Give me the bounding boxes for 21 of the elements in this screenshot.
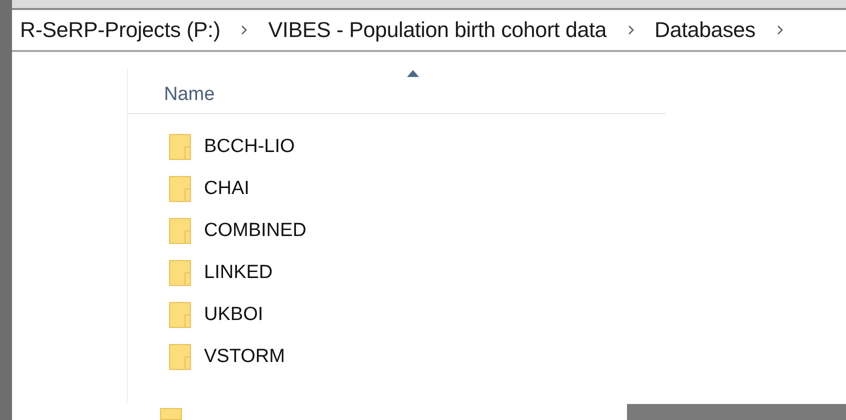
chevron-icon <box>626 24 634 36</box>
folder-icon <box>169 344 191 370</box>
folder-icon <box>169 302 191 328</box>
folder-icon <box>160 408 182 420</box>
folder-icon <box>169 176 191 202</box>
folder-icon <box>169 260 191 286</box>
folder-name[interactable]: BCCH-LIO <box>204 136 295 158</box>
folder-icon <box>169 134 191 160</box>
chevron-icon <box>240 24 248 36</box>
breadcrumb-item[interactable]: R-SeRP-Projects (P:) <box>20 18 220 42</box>
breadcrumb-item[interactable]: VIBES - Population birth cohort data <box>268 18 606 42</box>
folder-name[interactable]: UKBOI <box>204 304 264 326</box>
folder-name[interactable]: VSTORM <box>204 346 285 368</box>
breadcrumb-item[interactable]: Databases <box>654 18 756 42</box>
folder-icon <box>169 218 191 244</box>
folder-name[interactable]: COMBINED <box>204 220 306 242</box>
folder-name[interactable]: CHAI <box>204 178 250 200</box>
column-label[interactable]: Name <box>164 84 215 106</box>
chevron-icon <box>776 24 784 36</box>
address-bar[interactable]: R-SeRP-Projects (P:) VIBES - Population birth cohort data Databases <box>12 10 846 52</box>
folder-name[interactable]: LINKED <box>204 262 273 284</box>
